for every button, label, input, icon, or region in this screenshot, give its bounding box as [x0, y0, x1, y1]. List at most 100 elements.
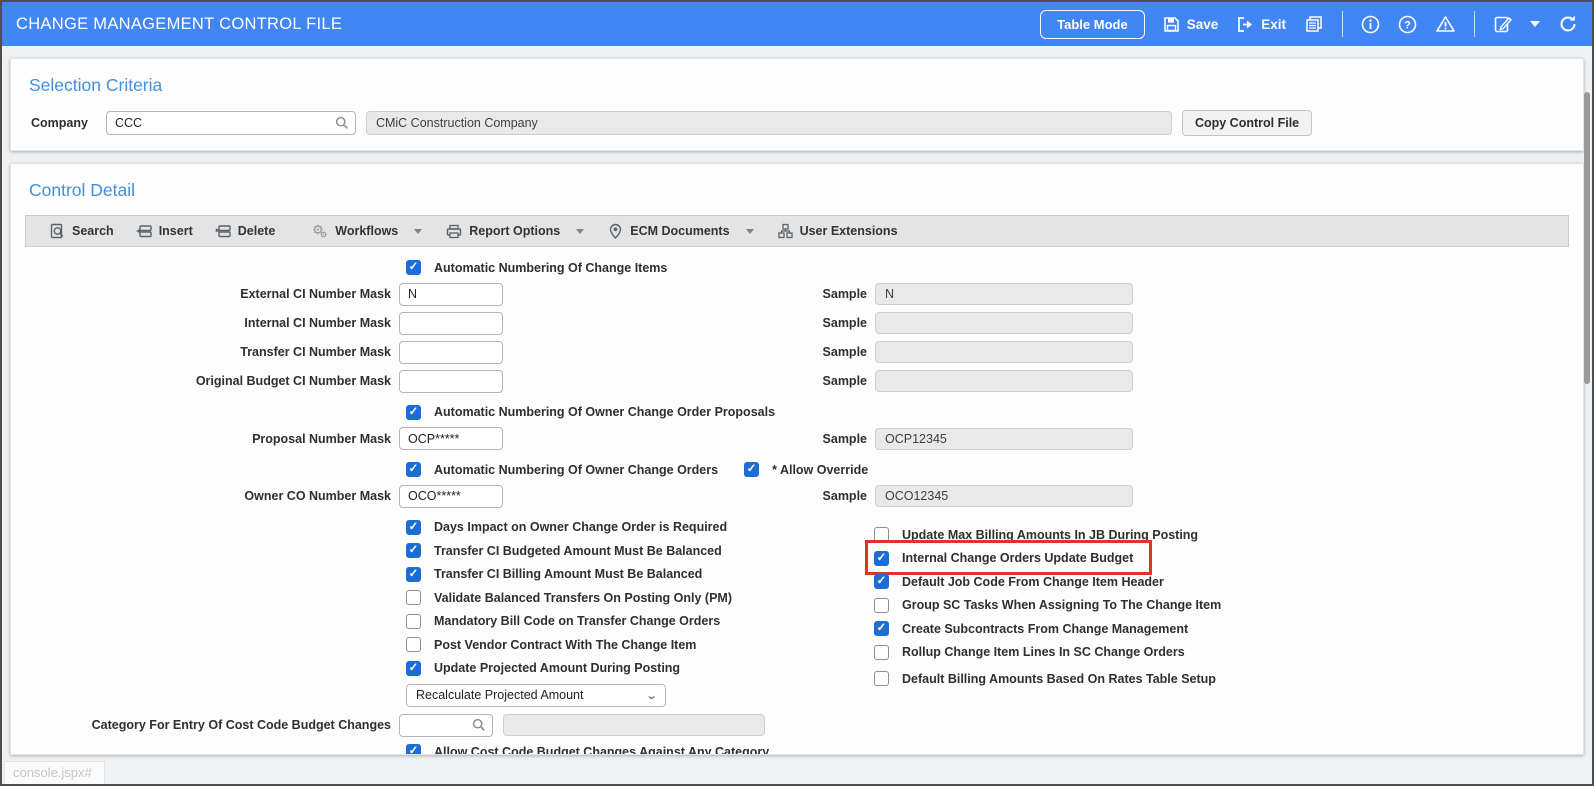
toolbar-workflows-button[interactable]: Workflows	[303, 223, 412, 239]
chevron-down-icon: ⌄	[644, 689, 658, 702]
post-vendor-contract-checkbox[interactable]	[406, 637, 421, 653]
vertical-scrollbar[interactable]	[1582, 48, 1591, 782]
allow-cost-code-row: Allow Cost Code Budget Changes Against A…	[25, 740, 769, 754]
create-subcontracts-row: Create Subcontracts From Change Manageme…	[870, 617, 1192, 641]
internal-ci-sample-field	[875, 312, 1133, 334]
rollup-change-item-row: Rollup Change Item Lines In SC Change Or…	[870, 641, 1189, 665]
toolbar-ecm-documents-button[interactable]: ECM Documents	[600, 223, 743, 240]
transfer-budgeted-checkbox[interactable]	[406, 543, 421, 559]
internal-co-update-budget-row: Internal Change Orders Update Budget	[864, 540, 1153, 575]
validate-transfers-checkbox[interactable]	[406, 590, 421, 606]
warning-icon[interactable]	[1435, 15, 1456, 33]
selection-criteria-panel: Selection Criteria Company CMiC Construc…	[10, 58, 1584, 151]
category-search-icon[interactable]	[472, 718, 486, 732]
workflows-gears-icon	[311, 223, 328, 239]
default-billing-amounts-row: Default Billing Amounts Based On Rates T…	[870, 667, 1220, 691]
selection-criteria-title: Selection Criteria	[29, 75, 163, 95]
create-subcontracts-checkbox[interactable]	[874, 621, 889, 637]
header-actions: Table Mode Save Exit ?	[1040, 9, 1578, 39]
update-projected-checkbox[interactable]	[406, 660, 421, 676]
edit-mode-dropdown-caret[interactable]	[1530, 21, 1540, 27]
batch-print-icon[interactable]	[1304, 15, 1324, 33]
scrollbar-thumb[interactable]	[1584, 92, 1590, 384]
recalculate-projected-dropdown[interactable]: Recalculate Projected Amount ⌄	[406, 683, 666, 707]
transfer-billing-row: Transfer CI Billing Amount Must Be Balan…	[25, 563, 702, 587]
auto-change-items-checkbox[interactable]	[406, 260, 421, 276]
allow-override-checkbox[interactable]	[744, 462, 760, 478]
page-title: CHANGE MANAGEMENT CONTROL FILE	[16, 14, 343, 33]
delete-record-icon	[215, 224, 231, 238]
default-job-code-checkbox[interactable]	[874, 574, 889, 590]
external-ci-mask-row: External CI Number Mask Sample N	[25, 280, 1569, 309]
ecm-pin-icon	[608, 223, 623, 240]
update-max-billing-row: Update Max Billing Amounts In JB During …	[870, 523, 1202, 547]
svg-text:?: ?	[1404, 19, 1411, 31]
mandatory-bill-code-row: Mandatory Bill Code on Transfer Change O…	[25, 610, 720, 634]
header-divider	[1342, 11, 1343, 37]
auto-ocp-row: Automatic Numbering Of Owner Change Orde…	[25, 401, 775, 425]
allow-cost-code-checkbox[interactable]	[406, 744, 421, 754]
company-search-icon[interactable]	[335, 116, 349, 130]
exit-button[interactable]: Exit	[1236, 16, 1286, 33]
control-detail-form: Automatic Numbering Of Change Items Exte…	[25, 247, 1569, 754]
auto-oco-checkbox[interactable]	[406, 462, 421, 478]
control-detail-title: Control Detail	[29, 180, 136, 200]
auto-oco-row: Automatic Numbering Of Owner Change Orde…	[25, 458, 868, 482]
group-sc-tasks-checkbox[interactable]	[874, 597, 889, 613]
save-button[interactable]: Save	[1163, 16, 1219, 33]
refresh-icon[interactable]	[1558, 14, 1578, 34]
proposal-mask-input[interactable]	[399, 427, 503, 450]
status-bar: console.jspx#	[4, 761, 105, 784]
original-budget-ci-mask-input[interactable]	[399, 369, 503, 393]
external-ci-mask-input[interactable]	[399, 282, 503, 306]
user-extensions-orgchart-icon	[777, 223, 793, 239]
search-icon	[50, 223, 65, 239]
company-row: Company CMiC Construction Company Copy C…	[25, 110, 1569, 136]
internal-ci-mask-row: Internal CI Number Mask Sample	[25, 309, 1569, 338]
transfer-ci-mask-input[interactable]	[399, 340, 503, 364]
save-label: Save	[1186, 16, 1219, 32]
default-job-code-row: Default Job Code From Change Item Header	[870, 570, 1168, 594]
update-max-billing-checkbox[interactable]	[874, 527, 889, 543]
toolbar-insert-button[interactable]: Insert	[128, 224, 207, 238]
toolbar-delete-button[interactable]: Delete	[207, 224, 290, 238]
header-divider-2	[1474, 11, 1475, 37]
right-checkbox-column: Update Max Billing Amounts In JB During …	[864, 523, 1225, 691]
table-mode-button[interactable]: Table Mode	[1040, 9, 1145, 39]
group-sc-tasks-row: Group SC Tasks When Assigning To The Cha…	[870, 594, 1225, 618]
workflows-dropdown-caret[interactable]	[414, 228, 423, 234]
external-ci-sample-field: N	[875, 283, 1133, 305]
owner-co-mask-row: Owner CO Number Mask Sample OCO12345	[25, 482, 1569, 511]
company-name-field: CMiC Construction Company	[365, 111, 1172, 135]
category-name-field	[503, 714, 765, 736]
mandatory-bill-code-checkbox[interactable]	[406, 613, 421, 629]
toolbar-user-extensions-button[interactable]: User Extensions	[770, 223, 912, 239]
internal-co-update-budget-checkbox[interactable]	[874, 550, 889, 566]
owner-co-mask-input[interactable]	[399, 484, 503, 508]
ecm-documents-dropdown-caret[interactable]	[745, 228, 754, 234]
days-impact-checkbox[interactable]	[406, 519, 421, 535]
edit-mode-icon[interactable]	[1493, 15, 1512, 34]
auto-ocp-checkbox[interactable]	[406, 404, 421, 420]
toolbar-report-options-button[interactable]: Report Options	[438, 224, 574, 239]
help-icon[interactable]: ?	[1398, 15, 1417, 34]
days-impact-row: Days Impact on Owner Change Order is Req…	[25, 516, 727, 540]
info-icon[interactable]	[1361, 15, 1380, 34]
company-input[interactable]	[105, 111, 356, 135]
update-projected-row: Update Projected Amount During Posting	[25, 657, 680, 681]
save-icon	[1163, 16, 1180, 33]
original-budget-ci-mask-row: Original Budget CI Number Mask Sample	[25, 367, 1569, 396]
rollup-change-item-checkbox[interactable]	[874, 644, 889, 660]
control-detail-panel: Control Detail Search Insert Delete Work…	[10, 163, 1584, 755]
auto-change-items-row: Automatic Numbering Of Change Items	[25, 256, 667, 280]
report-options-dropdown-caret[interactable]	[576, 228, 585, 234]
recalc-dropdown-row: Recalculate Projected Amount ⌄	[25, 680, 1569, 710]
toolbar-search-button[interactable]: Search	[42, 223, 128, 239]
internal-ci-mask-input[interactable]	[399, 311, 503, 335]
validate-transfers-row: Validate Balanced Transfers On Posting O…	[25, 586, 732, 610]
transfer-billing-checkbox[interactable]	[406, 566, 421, 582]
owner-co-sample-field: OCO12345	[875, 485, 1133, 507]
default-billing-amounts-checkbox[interactable]	[874, 671, 889, 687]
post-vendor-contract-row: Post Vendor Contract With The Change Ite…	[25, 633, 696, 657]
copy-control-file-button[interactable]: Copy Control File	[1181, 110, 1313, 136]
